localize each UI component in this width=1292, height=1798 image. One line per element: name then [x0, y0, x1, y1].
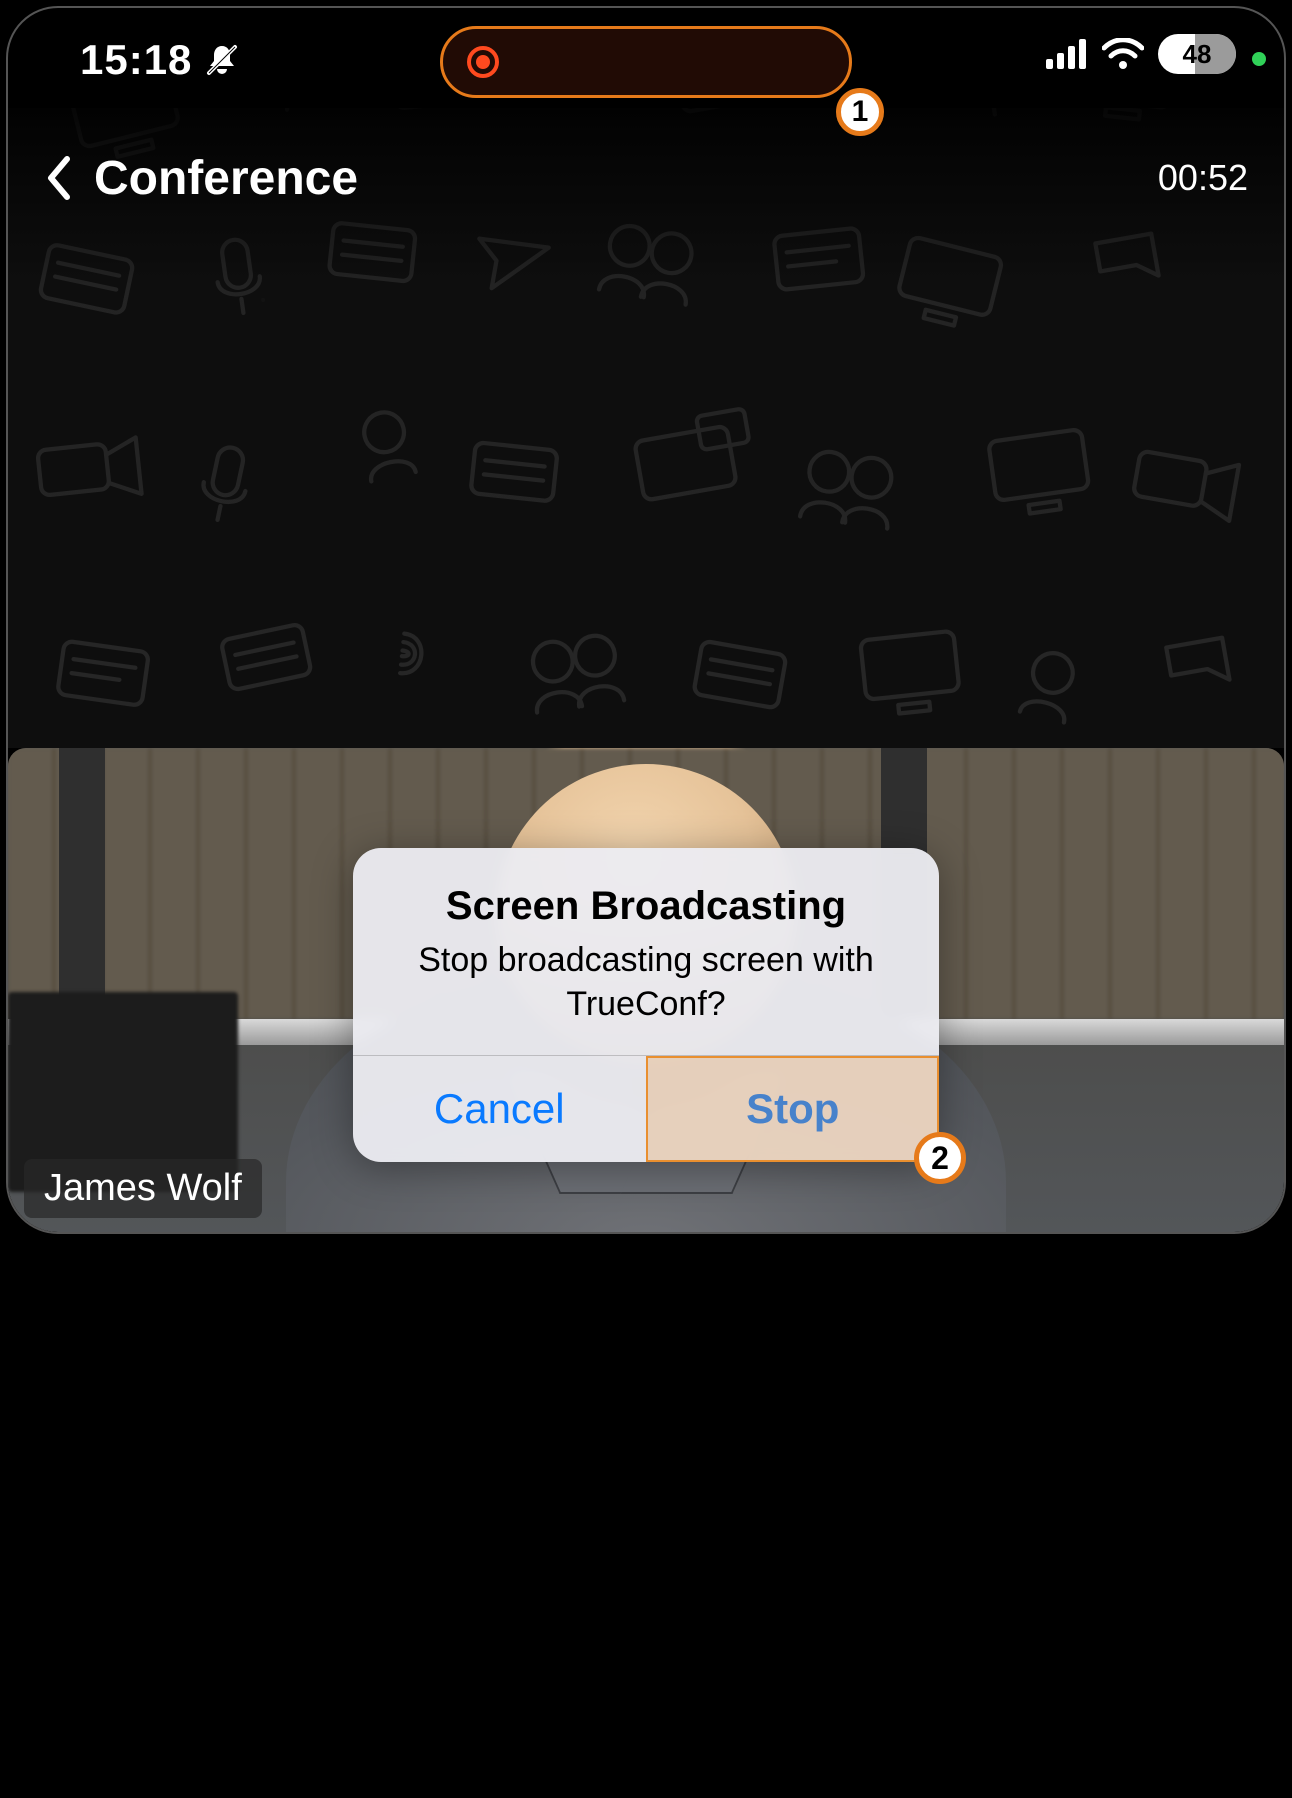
chevron-left-icon [43, 155, 73, 201]
participant-name-label: James Wolf [24, 1159, 262, 1218]
alert-title: Screen Broadcasting [381, 884, 911, 929]
battery-percent: 48 [1183, 39, 1212, 70]
annotation-badge-1: 1 [836, 88, 884, 136]
stop-button[interactable]: Stop [647, 1056, 940, 1162]
cancel-button[interactable]: Cancel [353, 1056, 646, 1162]
annotation-badge-2: 2 [914, 1132, 966, 1184]
nav-bar: Conference 00:52 [8, 138, 1284, 218]
screen-recording-pill[interactable] [440, 26, 852, 98]
screen-broadcasting-alert: Screen Broadcasting Stop broadcasting sc… [353, 848, 939, 1162]
empty-area [0, 1238, 1292, 1798]
cellular-signal-icon [1046, 39, 1088, 69]
record-icon [467, 46, 499, 78]
wifi-icon [1102, 38, 1144, 70]
camera-in-use-dot-icon [1252, 52, 1266, 66]
alert-message: Stop broadcasting screen with TrueConf? [381, 939, 911, 1026]
battery-indicator: 48 [1158, 34, 1236, 74]
back-button[interactable] [30, 150, 86, 206]
page-title: Conference [94, 151, 358, 206]
do-not-disturb-icon [204, 42, 240, 78]
call-timer: 00:52 [1158, 157, 1248, 199]
device-frame: James Wolf Conference 00:52 15:18 [6, 6, 1286, 1234]
status-time: 15:18 [80, 36, 192, 84]
